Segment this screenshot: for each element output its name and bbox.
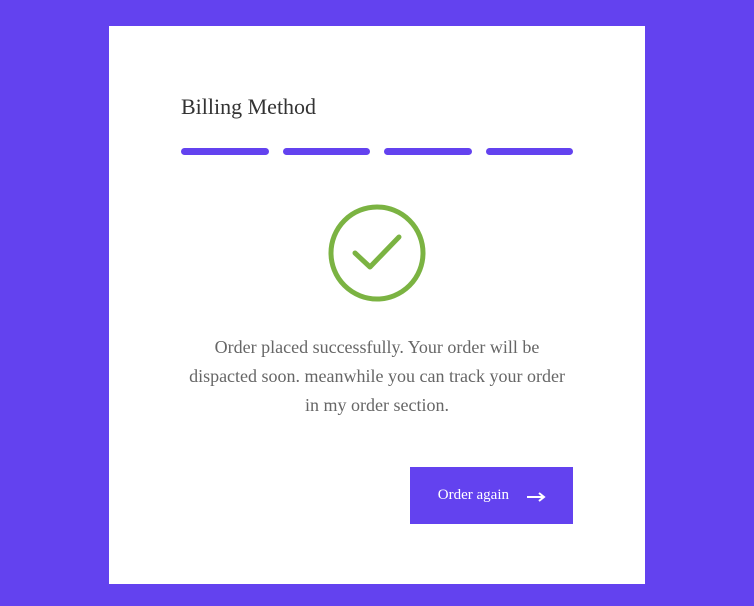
progress-step <box>486 148 574 155</box>
success-description: Order placed successfully. Your order wi… <box>181 333 573 419</box>
success-checkmark-icon <box>181 203 573 303</box>
progress-step <box>283 148 371 155</box>
card-footer: Order again <box>410 467 573 524</box>
progress-step <box>384 148 472 155</box>
progress-steps <box>181 148 573 155</box>
order-again-label: Order again <box>438 487 509 504</box>
progress-step <box>181 148 269 155</box>
arrow-right-icon <box>527 492 545 500</box>
page-title: Billing Method <box>181 94 573 120</box>
checkout-card: Billing Method Order placed successfully… <box>109 26 645 584</box>
order-again-button[interactable]: Order again <box>410 467 573 524</box>
